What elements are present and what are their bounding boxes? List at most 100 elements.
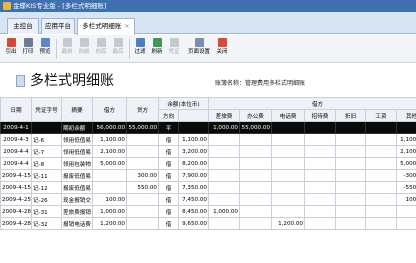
cell-voucher: 记-31 [31,205,62,218]
col-header-other[interactable]: 其他 [395,109,416,122]
toolbar: 引出 打印 预览 最前 向前 向后 最后 过滤 刷新 凭证 页面设置 关闭 [0,35,416,63]
cell-direction: 平 [158,121,179,134]
cell-direction: 借 [158,133,179,146]
col-header-balance-amount[interactable] [178,109,209,122]
col-header-office[interactable]: 办公费 [239,109,272,122]
table-row[interactable]: 2009-4-25记-26现金报销交100.00借7,450.00100.00 [0,193,416,206]
cell-summary: 领用低值易 [61,145,93,158]
ledger-book-icon [16,75,25,87]
col-header-credit[interactable]: 贷方 [126,97,159,122]
previous-arrow-icon [79,38,89,47]
print-button[interactable]: 打印 [20,37,36,61]
cell-voucher: 记-11 [31,169,62,182]
first-button[interactable]: 最前 [59,37,75,61]
cell-debit: 1,100.00 [92,133,127,146]
report-header: 多栏式明细账 账簿名称：管理费用多栏式明细账 [0,64,416,97]
cell-balance: 7,450.00 [178,193,209,206]
cell-entertainment [304,121,336,134]
button-label: 向后 [95,49,107,55]
cell-entertainment [304,193,336,206]
cell-office [239,181,272,194]
cell-date: 2009-4-15 [0,181,32,194]
table-row[interactable]: 2009-4-3记-6领用低值易1,100.00借1,100.001,100.0… [0,133,416,146]
cell-credit [126,145,159,158]
last-arrow-icon [113,38,123,47]
cell-credit [126,193,159,206]
cell-other: 1,100.00 [395,133,416,146]
table-row[interactable]: 2009-4-1 期初余额 56,000.00 55,000.00 平 1,000.00 5… [0,121,416,134]
cell-credit [126,217,159,230]
cell-credit [126,157,159,170]
cell-other [395,205,416,218]
col-header-summary[interactable]: 摘要 [61,97,93,122]
cell-entertainment [304,145,336,158]
app-logo-icon [3,2,11,10]
cell-balance: 1,100.00 [178,133,209,146]
cell-salary [365,217,397,230]
button-label: 预览 [39,49,51,55]
table-row[interactable]: 2009-4-28 记-32 报销电话费 1,200.00 借 9,650.00 1,200… [0,217,416,230]
cell-salary [365,133,397,146]
page-setup-button[interactable]: 页面设置 [186,37,212,61]
tab-main-console[interactable]: 主控台 [7,18,39,34]
cell-date: 2009-4-15 [0,169,32,182]
col-header-phone[interactable]: 电话费 [271,109,305,122]
next-button[interactable]: 向后 [93,37,109,61]
cell-balance: 7,900.00 [178,169,209,182]
toolbar-divider [56,39,57,59]
close-button[interactable]: 关闭 [214,37,230,61]
tab-label: 多栏式明细账 [82,22,122,30]
cell-date: 2009-4-1 [0,121,32,134]
cell-balance: 9,650.00 [178,217,209,230]
col-header-voucher[interactable]: 凭证字号 [31,97,62,122]
table-row[interactable]: 2009-4-28 记-31 差旅费报销 1,000.00 借 8,450.00 1,000… [0,205,416,218]
cell-phone [271,169,305,182]
close-tab-icon[interactable]: × [124,22,129,30]
cell-phone [271,133,305,146]
preview-button[interactable]: 预览 [37,37,53,61]
window-titlebar: 金蝶KIS专业版 - [多栏式明细账] [0,0,416,12]
col-header-travel[interactable]: 差旅费 [208,109,240,122]
cell-date: 2009-4-4 [0,157,32,170]
cell-balance: 8,450.00 [178,205,209,218]
account-name: 账簿名称：管理费用多栏式明细账 [215,80,306,87]
col-header-date[interactable]: 日期 [0,97,32,122]
previous-button[interactable]: 向前 [76,37,92,61]
tab-app-platform[interactable]: 应用平台 [41,18,75,34]
cell-debit: 1,000.00 [92,205,127,218]
tab-multicolumn-ledger[interactable]: 多栏式明细账 × [77,18,135,35]
cell-depreciation [335,181,366,194]
col-header-depreciation[interactable]: 折旧 [335,109,366,122]
cell-other [395,217,416,230]
button-label: 最后 [112,49,124,55]
table-row[interactable]: 2009-4-15记-11报废低值易 300.00借7,900.00 -300.00 [0,169,416,182]
table-row[interactable]: 2009-4-4记-7领用低值易2,100.00借3,200.002,100.0… [0,145,416,158]
cell-direction: 借 [158,169,179,182]
cell-summary: 差旅费报销 [61,205,93,218]
col-header-salary[interactable]: 工资 [365,109,397,122]
cell-entertainment [304,205,336,218]
refresh-button[interactable]: 刷新 [149,37,165,61]
cell-depreciation [335,121,366,134]
close-icon [217,38,227,47]
table-row[interactable]: 2009-4-15记-12报废低值易 550.00借7,350.00 -550.00 [0,181,416,194]
cell-summary: 现金报销交 [61,193,93,206]
last-button[interactable]: 最后 [110,37,126,61]
cell-office [239,217,272,230]
next-arrow-icon [96,38,106,47]
cell-travel [208,145,240,158]
col-header-entertainment[interactable]: 招待费 [304,109,336,122]
cell-office [239,193,272,206]
col-group-balance: 余额(本位币) [158,97,209,110]
cell-salary [365,121,397,134]
voucher-button[interactable]: 凭证 [166,37,182,61]
col-header-debit[interactable]: 借方 [92,97,127,122]
cell-salary [365,193,397,206]
export-button[interactable]: 引出 [3,37,19,61]
filter-button[interactable]: 过滤 [132,37,148,61]
cell-office: 55,000.00 [239,121,272,134]
table-row[interactable]: 2009-4-4记-8领用包装物5,000.00借8,200.005,000.0… [0,157,416,170]
col-header-direction[interactable]: 方向 [158,109,179,122]
cell-office [239,169,272,182]
cell-credit: 300.00 [126,169,159,182]
